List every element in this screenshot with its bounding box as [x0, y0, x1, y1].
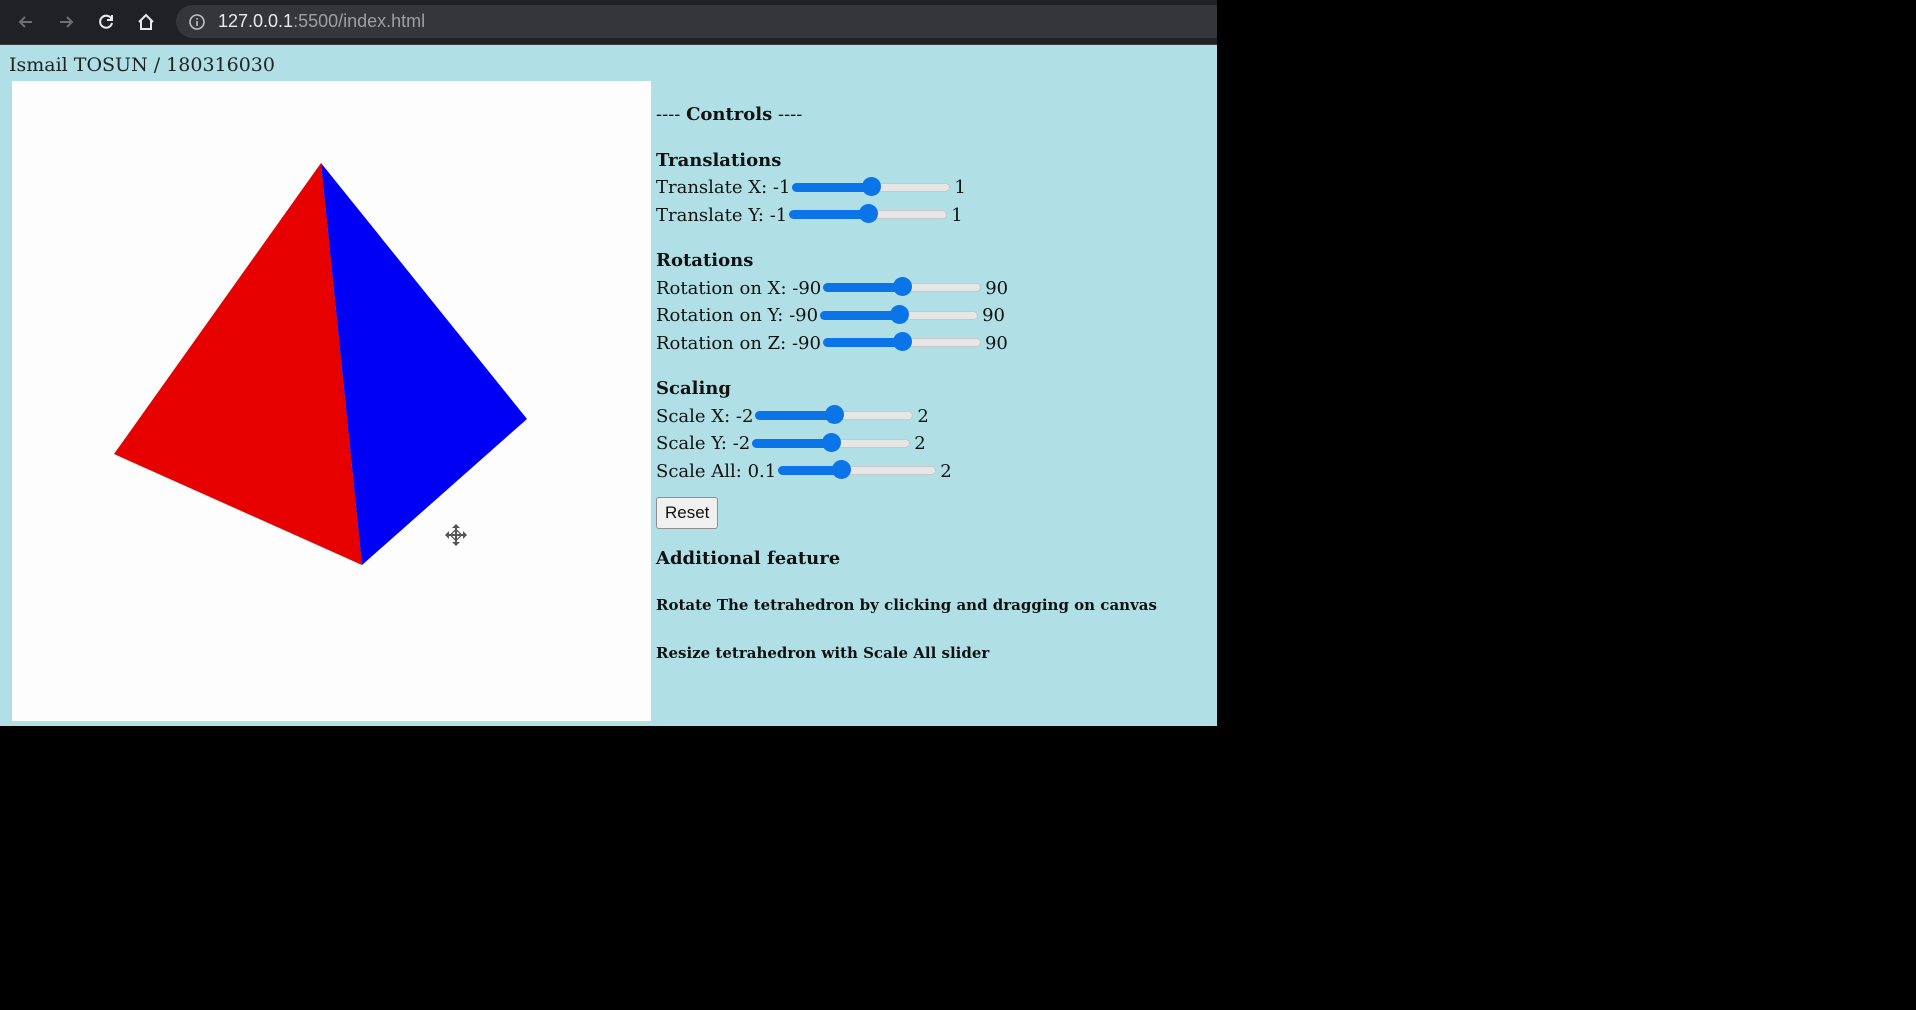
scale-y-max: 2 — [914, 433, 926, 454]
page-viewport: Ismail TOSUN / 180316030 ---- Controls -… — [0, 45, 1217, 726]
scale-y-slider[interactable] — [752, 432, 911, 452]
forward-arrow-icon — [60, 16, 74, 28]
rotation-x-slider[interactable] — [823, 276, 982, 297]
reset-button[interactable]: Reset — [656, 497, 719, 529]
scaling-heading: Scaling — [656, 378, 731, 399]
translate-y-label: Translate Y: -1 — [656, 204, 788, 226]
back-button[interactable] — [12, 9, 40, 35]
rotation-y-max: 90 — [982, 305, 1005, 326]
translate-y-slider[interactable] — [789, 203, 948, 224]
info-icon — [189, 13, 205, 30]
browser-toolbar: 127.0.0.1:5500/index.html — [0, 0, 1217, 45]
url-host: 127.0.0.1 — [218, 11, 294, 31]
rotation-y-label: Rotation on Y: -90 — [656, 305, 819, 326]
scale-all-label: Scale All: 0.1 — [656, 460, 777, 482]
rotation-x-max: 90 — [985, 277, 1009, 299]
tetrahedron-render — [114, 163, 527, 565]
translate-y-row: Translate Y: -1 1 — [656, 202, 1157, 230]
controls-title-text: Controls — [686, 104, 773, 125]
scale-all-max: 2 — [940, 460, 952, 482]
reload-icon — [99, 14, 113, 29]
scale-all-row: Scale All: 0.1 2 — [656, 458, 1157, 486]
translate-x-max: 1 — [954, 177, 966, 198]
student-info: Ismail TOSUN / 180316030 — [9, 54, 275, 76]
additional-feature-heading: Additional feature — [656, 547, 841, 569]
controls-title: ---- Controls ---- — [656, 101, 1157, 129]
controls-panel: ---- Controls ---- Translations Translat… — [656, 101, 1157, 667]
webgl-canvas[interactable] — [12, 81, 651, 721]
scale-y-row: Scale Y: -2 2 — [656, 430, 1157, 458]
feature-resize-text: Resize tetrahedron with Scale All slider — [656, 643, 990, 662]
controls-title-prefix: ---- — [656, 104, 687, 125]
scale-x-label: Scale X: -2 — [656, 405, 754, 427]
address-bar[interactable]: 127.0.0.1:5500/index.html — [176, 5, 1217, 38]
translate-x-label: Translate X: -1 — [656, 177, 791, 198]
rotation-z-label: Rotation on Z: -90 — [656, 332, 821, 354]
scale-all-slider[interactable] — [778, 459, 937, 480]
rotation-z-max: 90 — [984, 332, 1008, 354]
rotation-z-slider[interactable] — [822, 331, 981, 352]
rotation-y-row: Rotation on Y: -90 90 — [656, 302, 1157, 330]
rotation-x-label: Rotation on X: -90 — [656, 277, 822, 299]
scale-y-label: Scale Y: -2 — [656, 433, 751, 454]
translate-x-row: Translate X: -1 1 — [656, 174, 1157, 202]
scale-x-slider[interactable] — [755, 404, 914, 425]
home-icon — [138, 13, 154, 30]
controls-title-suffix: ---- — [772, 104, 803, 125]
move-cursor-icon — [445, 524, 467, 546]
scale-x-row: Scale X: -2 2 — [656, 403, 1157, 431]
forward-button[interactable] — [52, 9, 80, 35]
home-button[interactable] — [132, 9, 160, 35]
rotation-y-slider[interactable] — [820, 304, 979, 324]
url-path: :5500/index.html — [293, 11, 426, 31]
translations-heading: Translations — [656, 149, 782, 171]
feature-rotate-text: Rotate The tetrahedron by clicking and d… — [656, 596, 1157, 614]
rotation-z-row: Rotation on Z: -90 90 — [656, 330, 1157, 358]
translate-y-max: 1 — [951, 204, 963, 226]
back-arrow-icon — [18, 16, 32, 28]
rotations-heading: Rotations — [656, 250, 754, 271]
rotation-x-row: Rotation on X: -90 90 — [656, 275, 1157, 303]
site-info-button[interactable] — [188, 13, 206, 31]
tetrahedron-left-face — [114, 163, 362, 565]
scale-x-max: 2 — [917, 405, 929, 427]
translate-x-slider[interactable] — [792, 176, 951, 196]
reload-button[interactable] — [92, 9, 120, 35]
